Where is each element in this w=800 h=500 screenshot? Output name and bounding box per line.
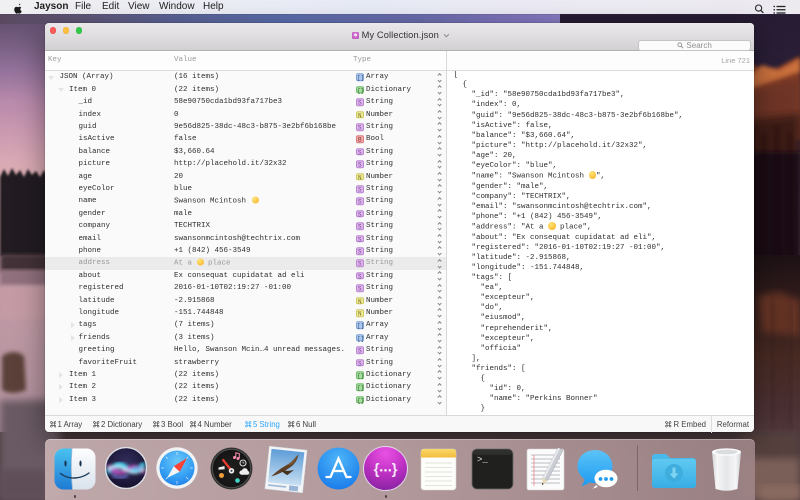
svg-text:}: } <box>392 461 398 478</box>
svg-text:{: { <box>374 461 380 478</box>
svg-text:>_: >_ <box>477 455 488 465</box>
